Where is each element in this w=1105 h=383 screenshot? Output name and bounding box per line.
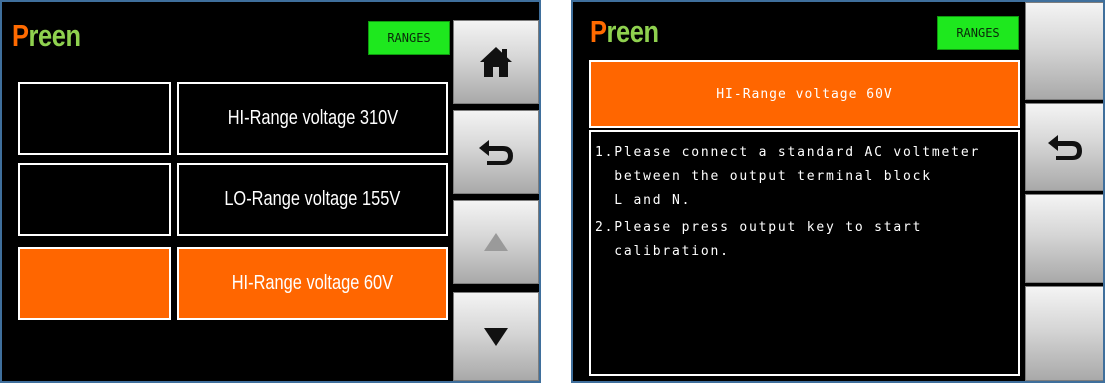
range-select-screen: Preen RANGES HI-Range voltage 310V LO-Ra… [0,0,541,383]
calibration-screen: Preen RANGES HI-Range voltage 60V 1.Plea… [571,0,1105,383]
home-button[interactable] [453,20,539,104]
ranges-button[interactable]: RANGES [937,16,1019,50]
back-button[interactable] [453,110,539,194]
range-indicator-1[interactable] [18,82,171,155]
side-button-blank-1[interactable] [1025,2,1103,100]
range-indicator-2[interactable] [18,163,171,236]
back-arrow-icon [479,140,513,165]
calibration-title: HI-Range voltage 60V [589,60,1020,128]
side-button-blank-2[interactable] [1025,194,1103,283]
arrow-up-icon [484,233,508,251]
range-item-label: HI-Range voltage 310V [227,107,398,129]
instruction-line: between the output terminal block [595,169,932,184]
instruction-line: 2.Please press output key to start [595,220,923,235]
scroll-down-button[interactable] [453,292,539,381]
instruction-line: L and N. [595,193,692,208]
range-item-hi-60v[interactable]: HI-Range voltage 60V [177,247,448,320]
instruction-line: 1.Please connect a standard AC voltmeter [595,145,981,160]
instruction-line: calibration. [595,244,730,259]
arrow-down-icon [484,327,508,346]
instructions-box: 1.Please connect a standard AC voltmeter… [589,130,1020,376]
range-item-label: LO-Range voltage 155V [224,188,401,210]
preen-logo: Preen [12,18,81,53]
back-arrow-icon [1048,135,1082,160]
scroll-up-button[interactable] [453,200,539,284]
ranges-button[interactable]: RANGES [368,21,450,55]
side-button-blank-3[interactable] [1025,286,1103,381]
range-item-lo-155v[interactable]: LO-Range voltage 155V [177,163,448,236]
preen-logo: Preen [590,14,659,49]
range-item-label: HI-Range voltage 60V [231,272,394,294]
range-indicator-3-selected[interactable] [18,247,171,320]
range-item-hi-310v[interactable]: HI-Range voltage 310V [177,82,448,155]
home-icon [480,47,512,77]
back-button[interactable] [1025,103,1103,191]
